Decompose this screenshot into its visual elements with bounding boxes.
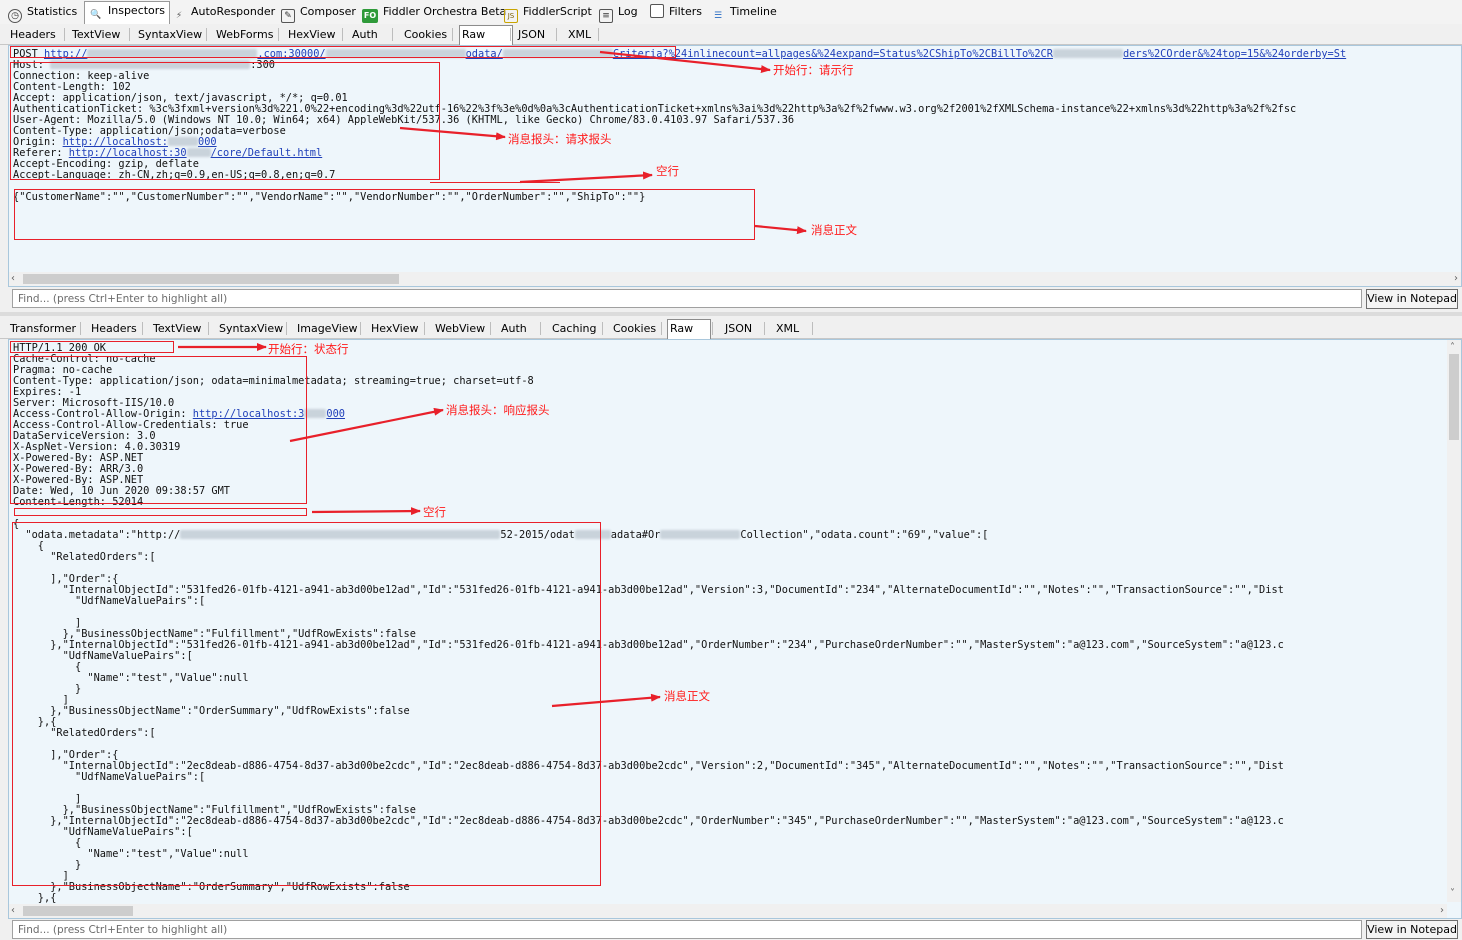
annotation-arrows bbox=[178, 50, 807, 708]
annotation-request-blank-line: 空行 bbox=[656, 164, 679, 178]
arrow-request-body bbox=[754, 224, 807, 235]
arrow-request-line bbox=[599, 50, 771, 74]
annotation-status-line: 开始行：状态行 bbox=[268, 342, 349, 356]
arrow-request-headers bbox=[399, 126, 506, 141]
arrow-request-blank bbox=[519, 171, 653, 184]
arrow-response-blank bbox=[311, 507, 421, 516]
arrow-response-headers bbox=[289, 407, 444, 443]
annotation-response-body: 消息正文 bbox=[664, 689, 710, 703]
annotation-response-blank-line: 空行 bbox=[423, 505, 446, 519]
annotation-request-start-line: 开始行：请示行 bbox=[773, 63, 854, 77]
arrow-response-body bbox=[551, 693, 661, 708]
annotation-request-body: 消息正文 bbox=[811, 223, 857, 237]
annotation-request-headers: 消息报头：请求报头 bbox=[508, 132, 612, 146]
annotation-response-headers: 消息报头：响应报头 bbox=[446, 403, 550, 417]
